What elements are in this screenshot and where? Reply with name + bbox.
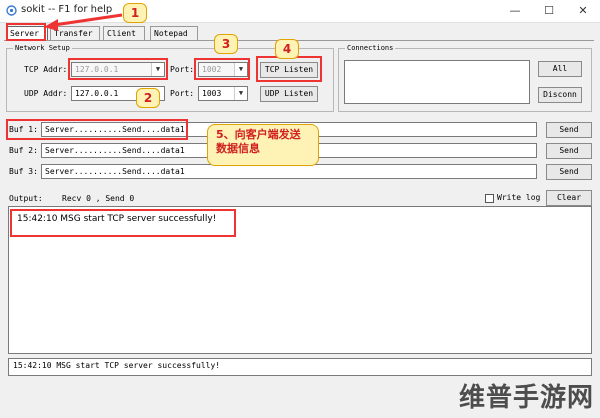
tcp-addr-label: TCP Addr: [24,65,68,74]
disconn-button[interactable]: Disconn [538,87,582,103]
step-5-line-1: 5、向客户端发送 [216,128,301,141]
step-4-badge: 4 [275,39,299,59]
connections-title: Connections [345,43,396,54]
connections-list[interactable] [344,60,530,104]
status-bar: 15:42:10 MSG start TCP server successful… [8,358,592,376]
buf3-label: Buf 3: [9,167,38,176]
udp-listen-button[interactable]: UDP Listen [260,86,318,102]
highlight-tcp-listen [256,56,322,82]
status-line: 15:42:10 MSG start TCP server successful… [13,361,221,370]
tab-notepad[interactable]: Notepad [150,26,198,40]
write-log-label: Write log [497,193,541,202]
tab-divider [4,40,594,41]
buf3-field[interactable]: Server..........Send....data1 [41,164,537,179]
all-button[interactable]: All [538,61,582,77]
buf2-label: Buf 2: [9,146,38,155]
sokit-window: sokit -- F1 for help — ☐ ✕ Server Transf… [0,0,600,418]
close-button[interactable]: ✕ [566,0,600,22]
step-5-line-2: 数据信息 [216,142,260,155]
app-icon [6,5,17,16]
highlight-buf1 [6,119,188,140]
arrow-icon [44,13,123,31]
buf3-value: Server..........Send....data1 [45,167,185,176]
tcp-port-label: Port: [170,65,195,74]
udp-addr-value: 127.0.0.1 [75,89,119,98]
buf2-send-button[interactable]: Send [546,143,592,159]
clear-button[interactable]: Clear [546,190,592,206]
write-log-checkbox[interactable] [485,194,494,203]
buf3-send-button[interactable]: Send [546,164,592,180]
step-5-callout: 5、向客户端发送 数据信息 [207,124,319,166]
network-setup-title: Network Setup [13,43,72,54]
maximize-button[interactable]: ☐ [532,0,566,22]
highlight-log-line [10,209,236,237]
udp-port-value: 1003 [202,89,222,98]
udp-port-label: Port: [170,89,195,98]
udp-addr-label: UDP Addr: [24,89,68,98]
output-label: Output: [9,194,43,203]
highlight-tcp-addr [68,58,168,80]
traffic-counters: Recv 0 , Send 0 [62,194,135,203]
step-3-badge: 3 [214,34,238,54]
step-2-badge: 2 [136,88,160,108]
buf2-value: Server..........Send....data1 [45,146,185,155]
buf1-send-button[interactable]: Send [546,122,592,138]
step-1-badge: 1 [123,3,147,23]
chevron-down-icon[interactable]: ▼ [234,87,247,100]
highlight-tcp-port [194,58,250,80]
watermark: 维普手游网 [458,383,594,413]
minimize-button[interactable]: — [498,0,532,22]
udp-port-field[interactable]: 1003 ▼ [198,86,248,101]
